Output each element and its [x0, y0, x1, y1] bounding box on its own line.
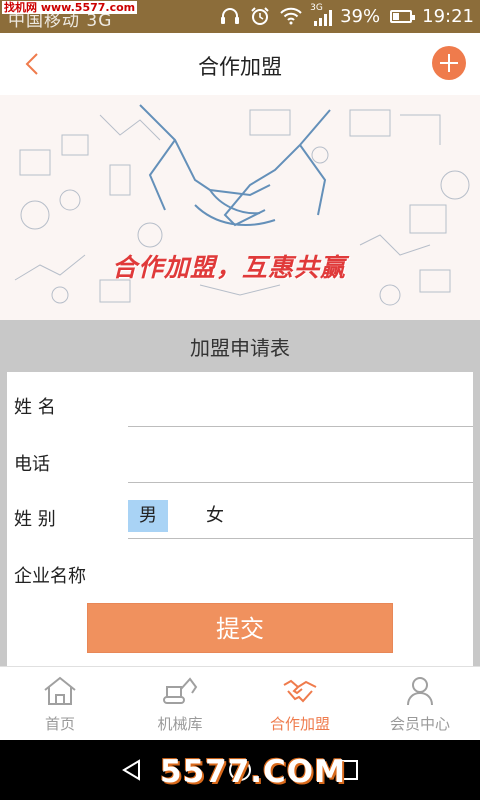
gender-divider [128, 538, 473, 539]
tab-member-center[interactable]: 会员中心 [360, 667, 480, 741]
home-icon [44, 676, 76, 705]
user-icon [407, 677, 433, 706]
gender-option-female[interactable]: 女 [195, 500, 235, 532]
tab-member-center-label: 会员中心 [389, 715, 450, 733]
banner-image: 合作加盟，互惠共赢 [0, 95, 480, 320]
top-navbar: 合作加盟 [0, 33, 480, 95]
wifi-icon [280, 7, 302, 25]
triangle-back-icon [122, 759, 140, 781]
gender-option-male[interactable]: 男 [128, 500, 168, 532]
tab-home-label: 首页 [44, 715, 75, 733]
system-back-button[interactable] [120, 758, 144, 782]
battery-icon [390, 9, 416, 23]
form-title: 加盟申请表 [190, 336, 290, 360]
add-button[interactable] [432, 46, 466, 80]
headphones-icon [220, 7, 240, 25]
company-name-field[interactable] [128, 552, 473, 588]
tab-franchise[interactable]: 合作加盟 [240, 667, 360, 741]
handshake-icon [283, 679, 317, 703]
page-title: 合作加盟 [198, 55, 282, 79]
name-label: 姓 名 [14, 397, 56, 418]
battery-fill [393, 12, 400, 20]
tab-machinery[interactable]: 机械库 [120, 667, 240, 741]
banner-slogan: 合作加盟，互惠共赢 [112, 253, 347, 282]
application-form: 姓 名 电话 姓 别 男 女 企业名称 提交 [7, 372, 473, 666]
alarm-icon [250, 7, 270, 25]
phone-field[interactable] [128, 442, 473, 482]
name-divider [128, 426, 473, 427]
handshake-sketch-illustration [14, 104, 470, 306]
tab-machinery-label: 机械库 [157, 715, 203, 733]
system-navigation-bar: 5577.COM [0, 740, 480, 800]
signal-icon: 3G [310, 3, 333, 26]
application-form-section: 加盟申请表 姓 名 电话 姓 别 男 女 企业名称 提交 [0, 320, 480, 666]
site-watermark-logo: 5577.COM [160, 754, 347, 790]
status-icons: 3G 39% 19:21 [220, 3, 474, 27]
phone-divider [128, 482, 473, 483]
excavator-icon [163, 677, 198, 704]
status-bar: 中国移动 3G 找机网 www.5577.com 3G 39% 19:21 [0, 0, 480, 33]
clock: 19:21 [422, 5, 474, 27]
battery-percent: 39% [340, 5, 381, 27]
tab-home[interactable]: 首页 [0, 667, 120, 741]
company-label: 企业名称 [14, 566, 86, 587]
phone-label: 电话 [14, 454, 50, 475]
tab-franchise-label: 合作加盟 [269, 715, 330, 733]
submit-button[interactable]: 提交 [87, 603, 393, 653]
site-watermark: 找机网 www.5577.com [2, 1, 138, 14]
gender-label: 姓 别 [14, 509, 56, 530]
name-field[interactable] [128, 386, 473, 426]
bottom-tab-bar: 首页 机械库 合作加盟 会员中心 [0, 666, 480, 740]
